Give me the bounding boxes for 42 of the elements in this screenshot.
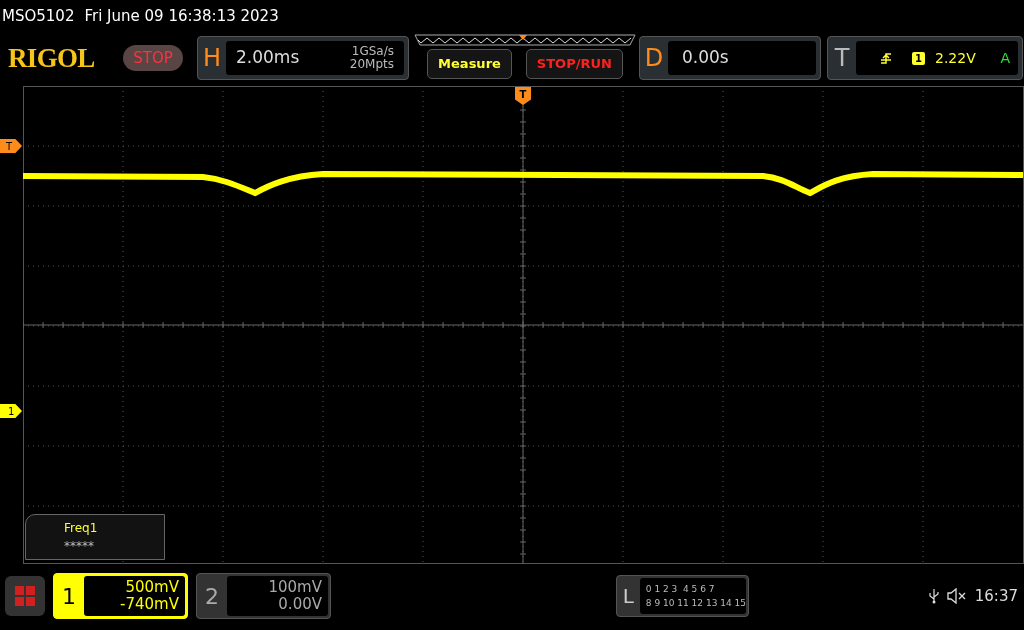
channel-panel[interactable]: 2 100mV 0.00V [196,573,331,619]
trigger-label: T [833,43,851,74]
grid-icon [15,586,35,606]
trigger-level: 2.22V [935,48,976,68]
trigger-source-badge: 1 [912,51,925,65]
trigger-level-marker[interactable]: T [0,139,22,153]
channel-offset: 0.00V [278,596,322,613]
channel-scale: 500mV [125,579,179,596]
model-name: MSO5102 [2,5,75,27]
logic-label: L [621,583,635,610]
horizontal-label: H [201,43,222,74]
trigger-panel[interactable]: T 1 2.22V A [827,36,1023,80]
rising-edge-icon [880,52,892,64]
usb-icon [928,588,939,604]
speaker-muted-icon[interactable] [946,588,967,604]
measurement-name: Freq1 [64,520,99,537]
menu-button[interactable] [5,576,45,616]
timebase-value: 2.00ms [236,46,300,70]
logic-panel[interactable]: L 0 1 2 3 4 5 6 7 8 9 10 11 12 13 14 15 [616,575,749,617]
horizontal-panel[interactable]: H 2.00ms 1GSa/s 20Mpts [197,36,409,80]
trigger-position-marker[interactable]: T [515,87,531,105]
logic-channels: 0 1 2 3 4 5 6 7 [645,583,716,596]
channel-offset: -740mV [120,596,179,613]
stop-run-button[interactable]: STOP/RUN [525,49,623,79]
run-state-indicator: STOP [123,45,183,71]
measurement-value: ***** [64,538,95,555]
date-time: Fri June 09 16:38:13 2023 [84,5,279,27]
memory-depth: 20Mpts [349,58,394,71]
brand-logo: RIGOL [8,41,96,75]
channel-number: 2 [204,582,220,611]
delay-value: 0.00s [682,46,729,70]
delay-panel[interactable]: D 0.00s [639,36,821,80]
delay-label: D [643,43,665,74]
sample-rate: 1GSa/s [351,45,394,58]
channel-scale: 100mV [268,579,322,596]
clock-time: 16:37 [974,585,1018,607]
channel-panel[interactable]: 1 500mV -740mV [53,573,188,619]
trigger-mode: A [1000,48,1010,68]
channel-number: 1 [61,582,77,611]
logic-channels: 8 9 10 11 12 13 14 15 [645,597,746,610]
channel-1-marker[interactable]: 1 [0,404,22,418]
measure-button[interactable]: Measure [427,49,512,79]
